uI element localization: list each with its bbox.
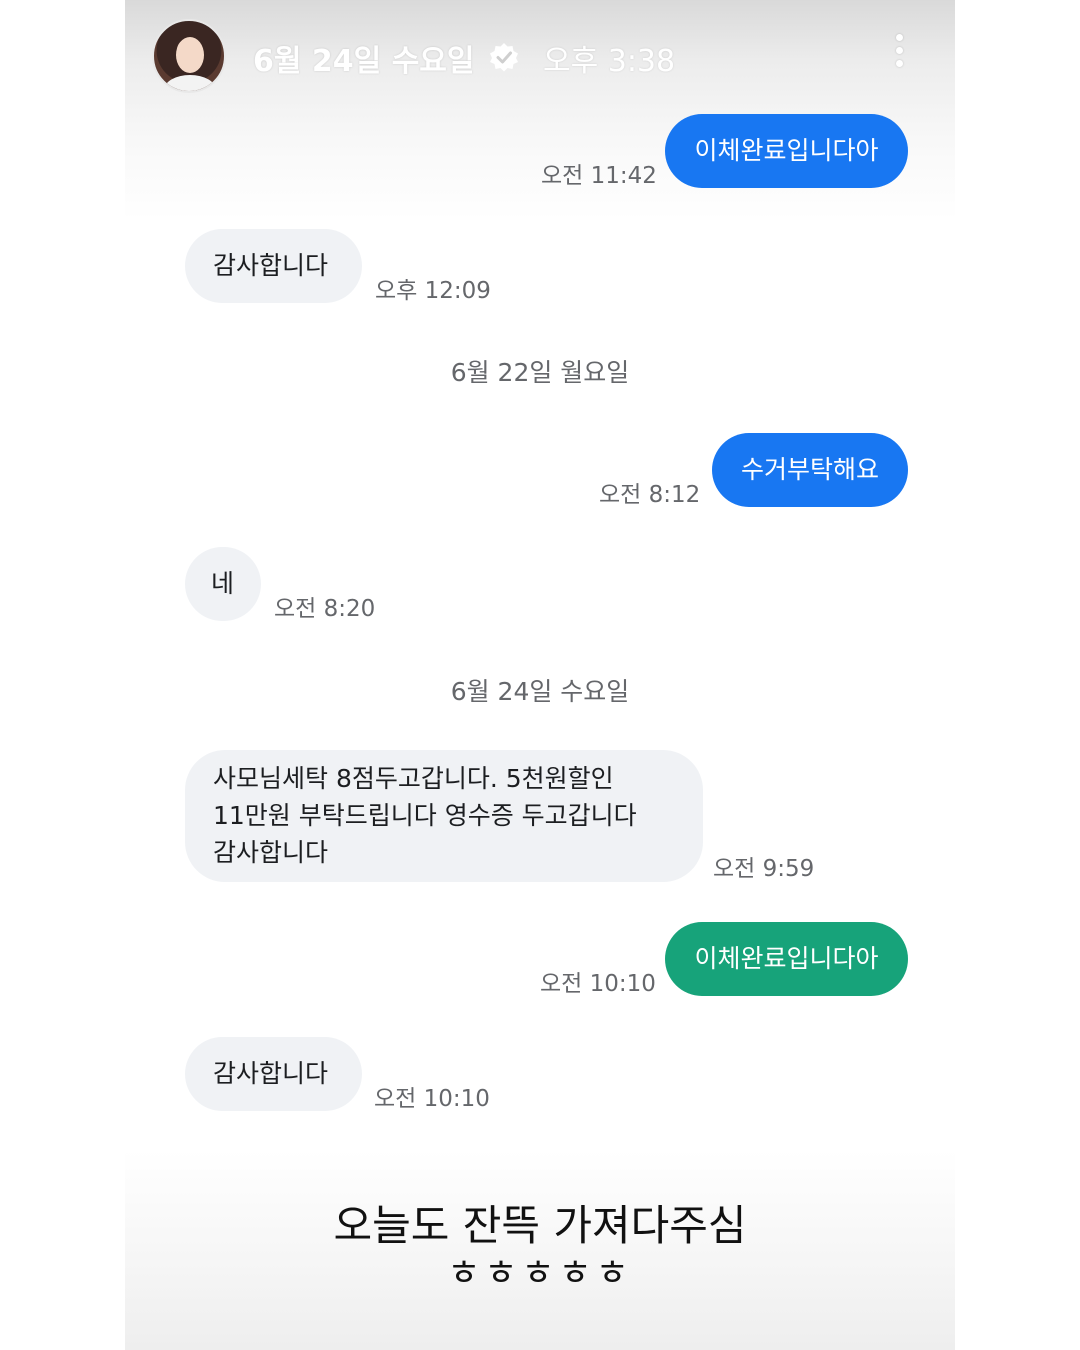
more-dot — [895, 34, 903, 41]
story-date: 6월 24일 수요일 — [253, 44, 475, 79]
verified-badge-icon — [490, 43, 518, 72]
message-line: 사모님세탁 8점두고갑니다. 5천원할인 — [213, 764, 614, 793]
profile-avatar[interactable] — [152, 19, 226, 93]
date-divider: 6월 24일 수요일 — [450, 677, 630, 706]
message-line: 11만원 부탁드립니다 영수증 두고갑니다 — [213, 801, 637, 830]
more-vertical-icon[interactable] — [887, 34, 911, 74]
date-divider: 6월 22일 월요일 — [450, 358, 630, 387]
more-dot — [895, 60, 903, 67]
message-timestamp: 오전 10:10 — [540, 971, 656, 997]
sent-message-bubble[interactable]: 수거부탁해요 — [712, 433, 908, 507]
more-dot — [895, 47, 903, 54]
story-time: 오후 3:38 — [543, 44, 676, 79]
message-timestamp: 오전 8:12 — [599, 482, 701, 508]
message-timestamp: 오전 8:20 — [274, 596, 376, 622]
story-caption-laugh: ㅎㅎㅎㅎㅎ — [447, 1253, 633, 1294]
sent-message-bubble[interactable]: 이체완료입니다아 — [665, 114, 908, 188]
avatar-face — [176, 37, 204, 73]
story-frame: 6월 24일 수요일 오후 3:38 오전 11:42 이체완료입니다아 감사합… — [125, 0, 955, 1350]
message-timestamp: 오전 10:10 — [374, 1086, 490, 1112]
avatar-shirt — [164, 75, 216, 91]
sent-message-bubble[interactable]: 이체완료입니다아 — [665, 922, 908, 996]
received-message-bubble[interactable]: 네 — [185, 547, 261, 621]
screen: 6월 24일 수요일 오후 3:38 오전 11:42 이체완료입니다아 감사합… — [0, 0, 1080, 1350]
received-message-bubble[interactable]: 사모님세탁 8점두고갑니다. 5천원할인 11만원 부탁드립니다 영수증 두고갑… — [185, 750, 703, 882]
message-timestamp: 오전 11:42 — [541, 163, 657, 189]
message-line: 감사합니다 — [213, 838, 329, 867]
message-timestamp: 오후 12:09 — [375, 278, 491, 304]
received-message-bubble[interactable]: 감사합니다 — [185, 229, 362, 303]
received-message-bubble[interactable]: 감사합니다 — [185, 1037, 362, 1111]
message-timestamp: 오전 9:59 — [713, 856, 815, 882]
